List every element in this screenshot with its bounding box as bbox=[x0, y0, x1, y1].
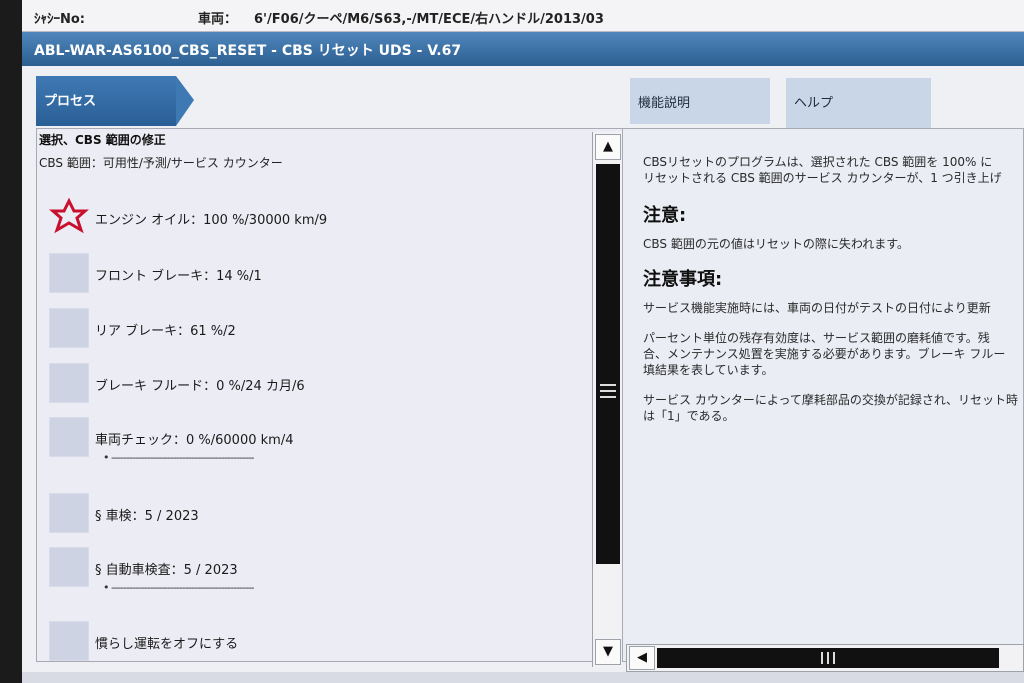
vehicle-info-bar: ｼｬｼｰNo: 車両： 6'/F06/クーペ/M6/S63,-/MT/ECE/右… bbox=[22, 0, 1024, 32]
checkbox[interactable] bbox=[49, 253, 89, 293]
tab-function-label: 機能説明 bbox=[638, 96, 691, 111]
checkbox[interactable] bbox=[49, 417, 89, 457]
tab-process-label: プロセス bbox=[44, 94, 97, 109]
cbs-item-label: § 車検：5 / 2023 bbox=[95, 509, 199, 524]
cbs-item-auto-inspection[interactable]: § 自動車検査：5 / 2023 • ---------------------… bbox=[49, 547, 569, 594]
caution-text: CBS 範囲の元の値はリセットの際に失われます。 bbox=[643, 237, 910, 251]
cbs-item-dash: • --------------------------------------… bbox=[103, 581, 255, 594]
notes-text: サービス カウンターによって摩耗部品の交換が記録され、リセット時 bbox=[643, 393, 1018, 407]
checkbox[interactable] bbox=[49, 363, 89, 403]
cbs-item-label: フロント ブレーキ：14 %/1 bbox=[95, 269, 262, 284]
notes-text: 填結果を表しています。 bbox=[643, 363, 774, 377]
cbs-item-label: § 自動車検査：5 / 2023 bbox=[95, 563, 238, 578]
notes-text: サービス機能実施時には、車両の日付がテストの日付により更新 bbox=[643, 301, 991, 315]
cbs-item-front-brake[interactable]: フロント ブレーキ：14 %/1 bbox=[49, 253, 569, 293]
cbs-item-inspection[interactable]: § 車検：5 / 2023 bbox=[49, 493, 569, 533]
vertical-scrollbar[interactable]: ▲ ▼ bbox=[592, 132, 622, 667]
cbs-item-label: 車両チェック：0 %/60000 km/4 bbox=[95, 433, 294, 448]
warning-star-icon bbox=[49, 197, 89, 237]
notes-text: パーセント単位の残存有効度は、サービス範囲の磨耗値です。残 bbox=[643, 331, 990, 345]
help-text: リセットされる CBS 範囲のサービス カウンターが、1 つ引き上げ bbox=[643, 171, 1002, 185]
horizontal-scrollbar[interactable]: ◀ bbox=[626, 644, 1024, 672]
cbs-item-label: ブレーキ フルード：0 %/24 カ月/6 bbox=[95, 379, 305, 394]
scroll-left-icon[interactable]: ◀ bbox=[629, 646, 655, 670]
chassis-label: ｼｬｼｰNo: bbox=[34, 12, 86, 27]
cbs-item-break-in-off[interactable]: 慣らし運転をオフにする bbox=[49, 621, 569, 661]
tab-help[interactable]: ヘルプ bbox=[786, 78, 931, 130]
hscroll-thumb[interactable] bbox=[657, 648, 999, 668]
caution-heading: 注意: bbox=[643, 205, 687, 226]
cbs-item-label: リア ブレーキ：61 %/2 bbox=[95, 324, 236, 339]
help-panel: CBSリセットのプログラムは、選択された CBS 範囲を 100% に リセット… bbox=[622, 128, 1024, 662]
cbs-item-rear-brake[interactable]: リア ブレーキ：61 %/2 bbox=[49, 308, 569, 348]
checkbox[interactable] bbox=[49, 547, 89, 587]
tab-process[interactable]: プロセス bbox=[36, 76, 194, 126]
cbs-item-engine-oil[interactable]: エンジン オイル：100 %/30000 km/9 bbox=[49, 197, 569, 237]
vehicle-label: 車両： bbox=[198, 12, 238, 27]
panel-subtitle: CBS 範囲：可用性/予測/サービス カウンター bbox=[39, 156, 283, 170]
bottom-bar bbox=[22, 672, 1024, 683]
checkbox[interactable] bbox=[49, 308, 89, 348]
cbs-item-brake-fluid[interactable]: ブレーキ フルード：0 %/24 カ月/6 bbox=[49, 363, 569, 403]
notes-text: 合、メンテナンス処置を実施する必要があります。ブレーキ フルー bbox=[643, 347, 1006, 361]
cbs-item-vehicle-check[interactable]: 車両チェック：0 %/60000 km/4 • ----------------… bbox=[49, 417, 569, 464]
scroll-up-icon[interactable]: ▲ bbox=[595, 134, 621, 160]
diagnostic-screen: ｼｬｼｰNo: 車両： 6'/F06/クーペ/M6/S63,-/MT/ECE/右… bbox=[22, 0, 1024, 683]
help-text: CBSリセットのプログラムは、選択された CBS 範囲を 100% に bbox=[643, 155, 993, 169]
vehicle-value: 6'/F06/クーペ/M6/S63,-/MT/ECE/右ハンドル/2013/03 bbox=[254, 12, 604, 27]
scroll-thumb[interactable] bbox=[596, 164, 620, 564]
procedure-titlebar: ABL-WAR-AS6100_CBS_RESET - CBS リセット UDS … bbox=[22, 32, 1024, 66]
tab-help-label: ヘルプ bbox=[794, 96, 834, 111]
panel-title: 選択、CBS 範囲の修正 bbox=[39, 133, 166, 147]
cbs-item-label: 慣らし運転をオフにする bbox=[95, 637, 239, 652]
tab-function-description[interactable]: 機能説明 bbox=[630, 78, 770, 124]
notes-text: は「1」である。 bbox=[643, 409, 735, 423]
checkbox[interactable] bbox=[49, 621, 89, 661]
cbs-item-label: エンジン オイル：100 %/30000 km/9 bbox=[95, 213, 328, 228]
cbs-item-dash: • --------------------------------------… bbox=[103, 451, 255, 464]
tab-row: プロセス 機能説明 ヘルプ bbox=[22, 66, 1024, 130]
notes-heading: 注意事項: bbox=[643, 269, 723, 290]
grip-icon bbox=[600, 384, 616, 398]
procedure-title: ABL-WAR-AS6100_CBS_RESET - CBS リセット UDS … bbox=[34, 43, 462, 59]
checkbox[interactable] bbox=[49, 493, 89, 533]
scroll-down-icon[interactable]: ▼ bbox=[595, 639, 621, 665]
grip-icon bbox=[821, 652, 835, 664]
cbs-selection-panel: 選択、CBS 範囲の修正 CBS 範囲：可用性/予測/サービス カウンター エン… bbox=[36, 128, 626, 662]
